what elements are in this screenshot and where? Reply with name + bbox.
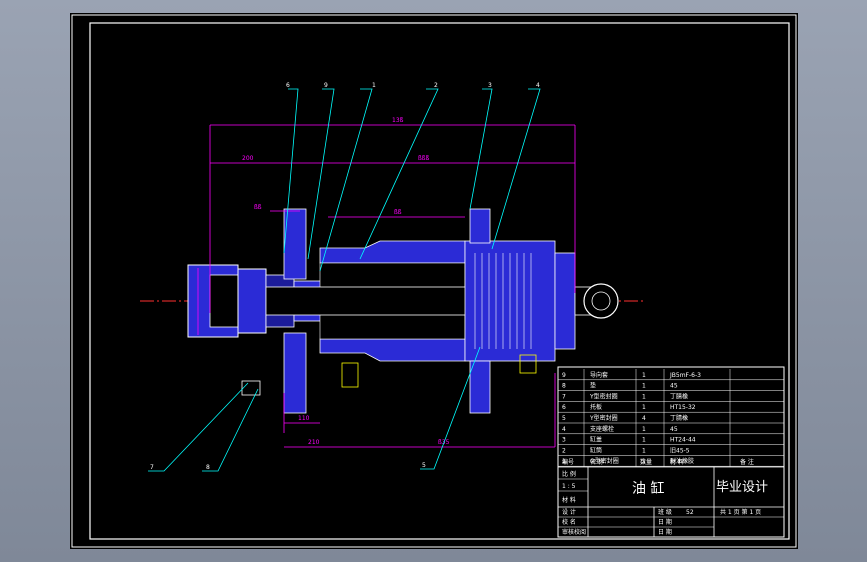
seal-housing [237,268,267,334]
dimension-text-5: ßß [394,209,402,216]
drawing-sheet: 13ß 200 ßßß ßß ßß 110 210 ß35 6 9 1 2 3 … [70,13,798,549]
parts-cell-name: 缸盖 [590,436,602,444]
bolt-bottom-left [341,362,359,388]
header-qty: 数量 [640,458,652,466]
drawing-subtitle: 毕业设计 [716,480,768,495]
parts-cell-material: 丁腈橡 [670,392,688,400]
cad-drawing: 13ß 200 ßßß ßß ßß 110 210 ß35 6 9 1 2 3 … [71,14,797,548]
barrel-bottom-wall [319,338,466,362]
balloon-label-4: 2 [434,82,438,89]
balloon-label-7: 7 [150,464,154,471]
balloon-label-9: 5 [422,462,426,469]
class-value: 52 [686,509,694,516]
balloon-label-5: 3 [488,82,492,89]
parts-cell-material: 45 [670,383,678,390]
parts-cell-qty: 1 [642,372,646,379]
right-flange-top [469,208,491,244]
scale-label: 比 例 [562,470,576,478]
class-label: 班 级 [658,508,672,516]
dimension-text-6: 110 [298,415,310,422]
parts-cell-qty: 1 [642,393,646,400]
parts-cell-name: 导向套 [590,371,608,379]
parts-cell-name: 缸筒 [590,446,602,454]
piston-rod [265,286,467,316]
parts-cell-name: 支座螺栓 [590,425,614,433]
dimension-text-3: ßßß [418,155,430,162]
parts-cell-no: 8 [562,383,566,390]
designer-label: 设 计 [562,508,576,516]
checker-label: 校 名 [562,518,576,526]
barrel-top-wall [319,240,466,264]
parts-cell-no: 6 [562,404,566,411]
balloon-label-2: 9 [324,82,328,89]
header-name: 名 称 [590,458,604,466]
parts-cell-name: 垫 [590,382,596,390]
bolt-flange [241,380,261,396]
title-block: 9 导向套 1 JB5mF-6-38 垫 1 457 Y型密封圈 1 丁腈橡6 托板 1 HT15-32… [557,366,785,538]
cylinder-assembly [187,208,619,414]
dimension-text-4: ßß [254,204,262,211]
parts-cell-no: 3 [562,437,566,444]
dimension-text-7: 210 [308,439,320,446]
left-flange-top [283,208,307,280]
parts-cell-name: Y型密封圈 [589,414,618,422]
right-flange-bottom [469,360,491,414]
parts-cell-qty: 1 [642,447,646,454]
parts-cell-no: 5 [562,415,566,422]
material-label: 材 料 [562,496,576,504]
parts-cell-no: 2 [562,447,566,454]
parts-cell-no: 4 [562,426,566,433]
rod-end-bore [209,274,239,328]
date-label-2: 日 期 [658,528,672,536]
left-flange-bottom [283,332,307,414]
dimension-text-2: 200 [242,155,254,162]
sheet-info: 共 1 页 第 1 页 [720,508,761,516]
approver-label: 审核校阅 [562,528,586,536]
balloon-label-8: 8 [206,464,210,471]
parts-cell-material: 45 [670,426,678,433]
parts-cell-material: JB5mF-6-3 [669,372,701,379]
parts-cell-material: 旧45-5 [670,447,690,454]
balloon-label-1: 6 [286,82,290,89]
parts-cell-qty: 4 [642,415,646,422]
parts-cell-material: HT24-44 [670,437,696,444]
header-material: 材 料 [670,458,684,466]
parts-cell-qty: 1 [642,404,646,411]
parts-cell-qty: 1 [642,383,646,390]
scale-value: 1 : 5 [562,483,576,490]
parts-cell-no: 7 [562,393,566,400]
cad-viewport[interactable]: 13ß 200 ßßß ßß ßß 110 210 ß35 6 9 1 2 3 … [0,0,867,562]
dimension-text-1: 13ß [392,117,404,124]
mounting-eye-hole [591,291,611,311]
parts-cell-material: 丁腈橡 [670,414,688,422]
balloon-label-3: 1 [372,82,376,89]
header-no: 编号 [562,458,574,466]
date-label-1: 日 期 [658,518,672,526]
drawing-title: 油 缸 [632,480,664,497]
parts-cell-name: 托板 [590,403,602,411]
parts-cell-material: HT15-32 [670,404,696,411]
parts-cell-no: 9 [562,372,566,379]
parts-cell-name: Y型密封圈 [589,392,618,400]
header-remark: 备 注 [740,458,754,466]
end-cap [554,252,576,350]
parts-cell-qty: 1 [642,437,646,444]
parts-cell-qty: 1 [642,426,646,433]
balloon-label-6: 4 [536,82,540,89]
